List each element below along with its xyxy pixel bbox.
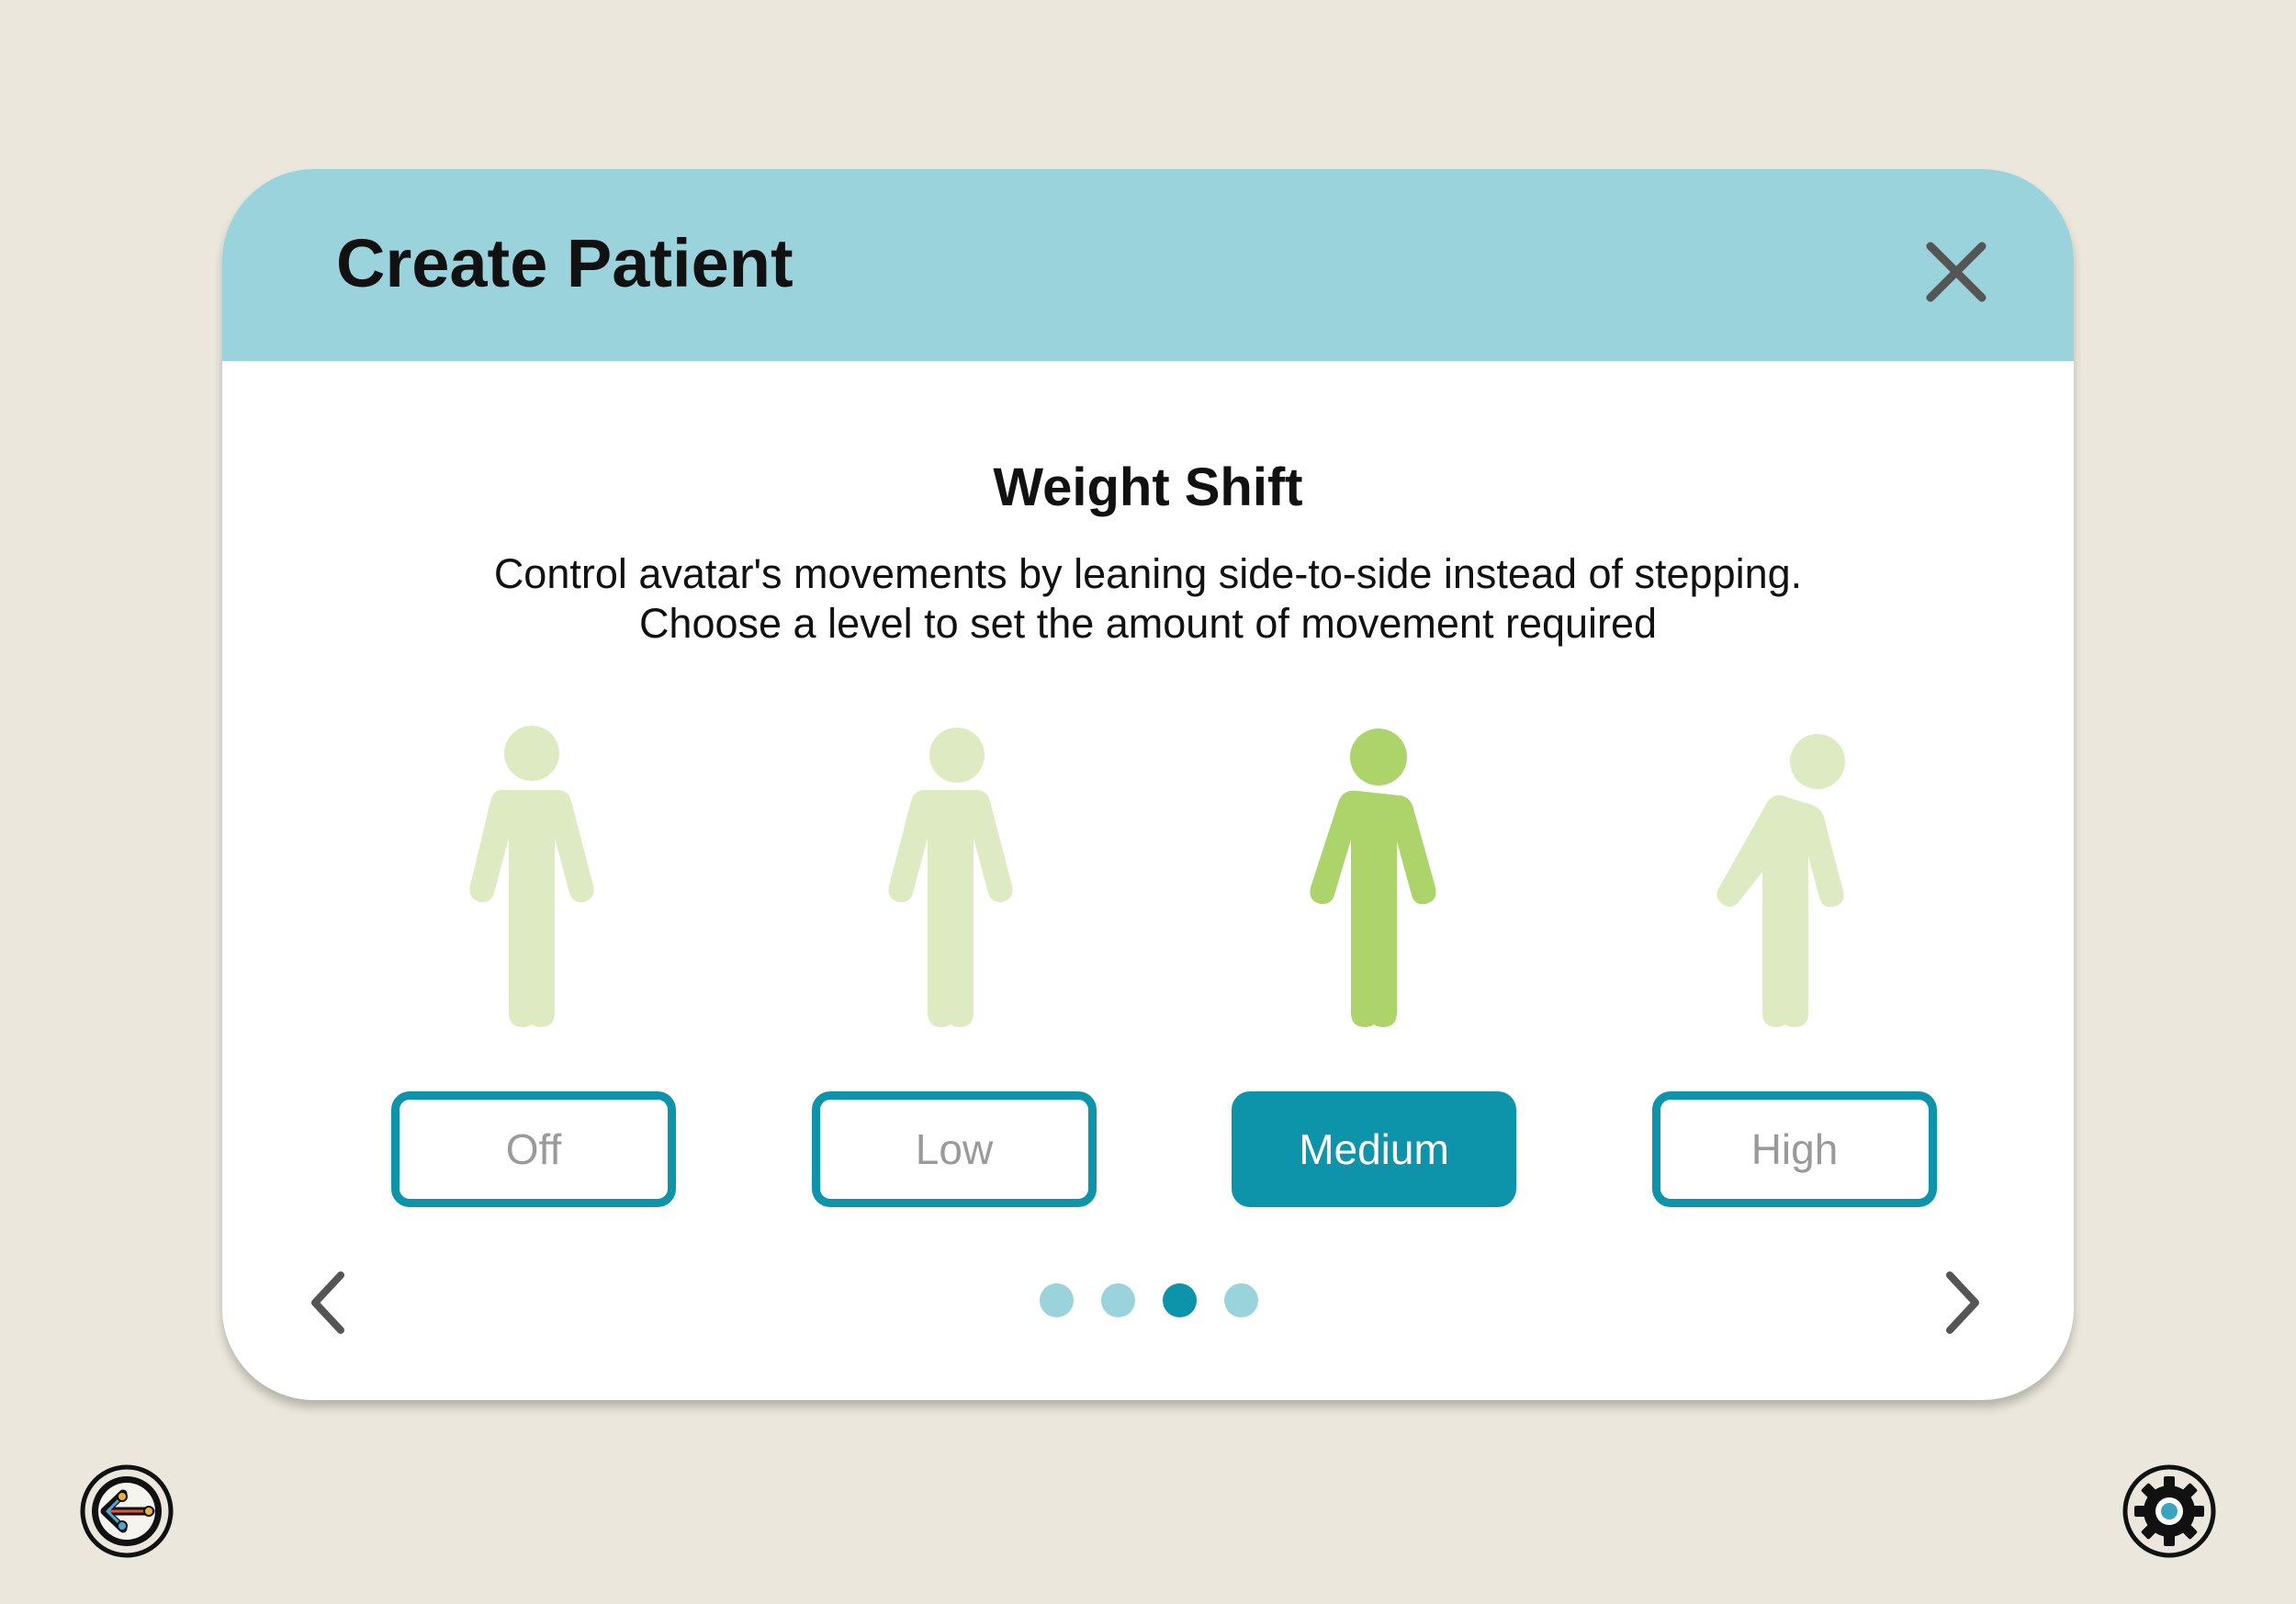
page-dot-4[interactable] — [1224, 1283, 1258, 1317]
pagination-dots — [1040, 1283, 1258, 1318]
back-button[interactable] — [79, 1463, 174, 1559]
page-dot-1[interactable] — [1040, 1283, 1074, 1317]
gear-icon — [2122, 1464, 2216, 1558]
level-off-button[interactable]: Off — [391, 1091, 676, 1207]
settings-button[interactable] — [2122, 1463, 2217, 1559]
level-medium-button[interactable]: Medium — [1232, 1091, 1516, 1207]
level-option-low: Low — [812, 169, 1097, 1400]
level-option-high: High — [1652, 169, 1937, 1400]
standing-person-icon — [469, 726, 594, 1027]
level-option-medium: Medium — [1232, 169, 1516, 1400]
chevron-right-icon — [1946, 1271, 1979, 1334]
leaning-person-icon — [1716, 734, 1845, 1027]
leaning-person-icon — [1310, 729, 1436, 1027]
chevron-left-icon — [311, 1271, 344, 1334]
page-dot-3[interactable] — [1163, 1283, 1197, 1317]
level-option-off: Off — [391, 169, 676, 1400]
back-arrow-icon — [80, 1464, 174, 1558]
level-low-button[interactable]: Low — [812, 1091, 1097, 1207]
level-high-button[interactable]: High — [1652, 1091, 1937, 1207]
standing-person-icon — [888, 728, 1013, 1027]
page-dot-2[interactable] — [1101, 1283, 1135, 1317]
prev-page-button[interactable] — [306, 1270, 350, 1336]
next-page-button[interactable] — [1941, 1270, 1985, 1336]
create-patient-modal: Create Patient Weight Shift Control avat… — [222, 169, 2074, 1400]
